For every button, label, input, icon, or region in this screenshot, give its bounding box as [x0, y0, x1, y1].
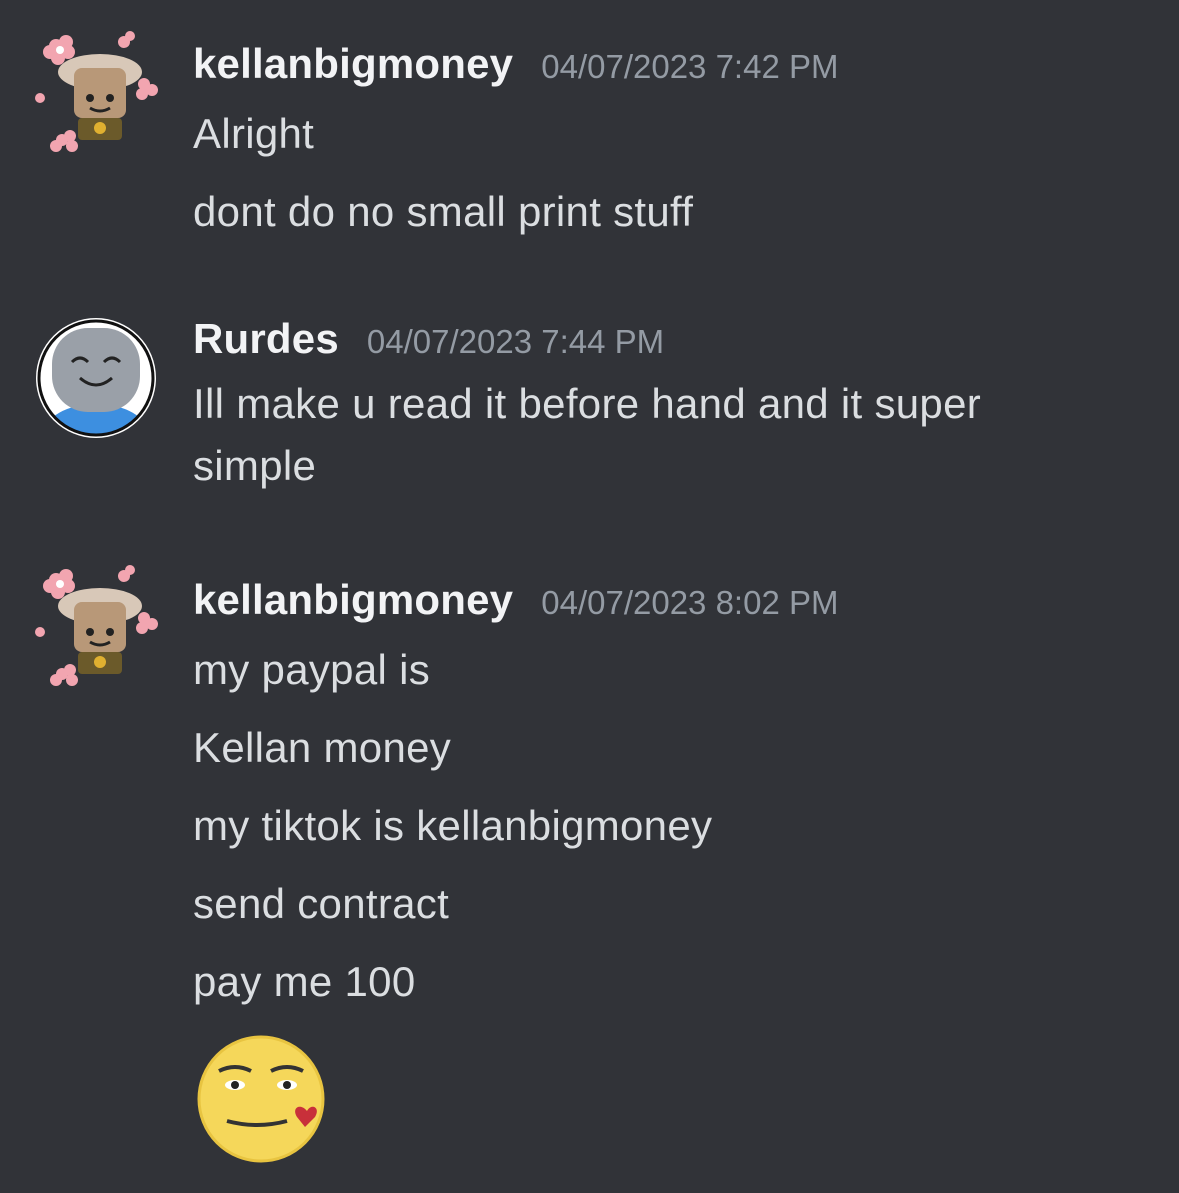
username[interactable]: Rurdes	[193, 315, 339, 363]
smiling-avatar-icon[interactable]	[34, 316, 158, 440]
flower-avatar-icon[interactable]	[34, 28, 158, 152]
kissing-face-emoji-icon[interactable]	[197, 1033, 331, 1167]
username[interactable]: kellanbigmoney	[193, 576, 513, 624]
timestamp: 04/07/2023 7:42 PM	[541, 48, 839, 85]
message-text: send contract	[193, 880, 450, 927]
message-text: Kellan money	[193, 724, 452, 771]
timestamp: 04/07/2023 8:02 PM	[541, 584, 839, 621]
message-text: Alright	[193, 110, 315, 157]
message-text: my paypal is	[193, 646, 431, 693]
username[interactable]: kellanbigmoney	[193, 40, 513, 88]
message-text: pay me 100	[193, 958, 416, 1005]
timestamp: 04/07/2023 7:44 PM	[366, 323, 665, 360]
message-text: Ill make u read it before hand and it su…	[193, 380, 982, 427]
message-text: simple	[193, 442, 317, 489]
message-text: my tiktok is kellanbigmoney	[193, 802, 713, 849]
message-text: dont do no small print stuff	[193, 188, 694, 235]
flower-avatar-icon[interactable]	[34, 562, 158, 686]
